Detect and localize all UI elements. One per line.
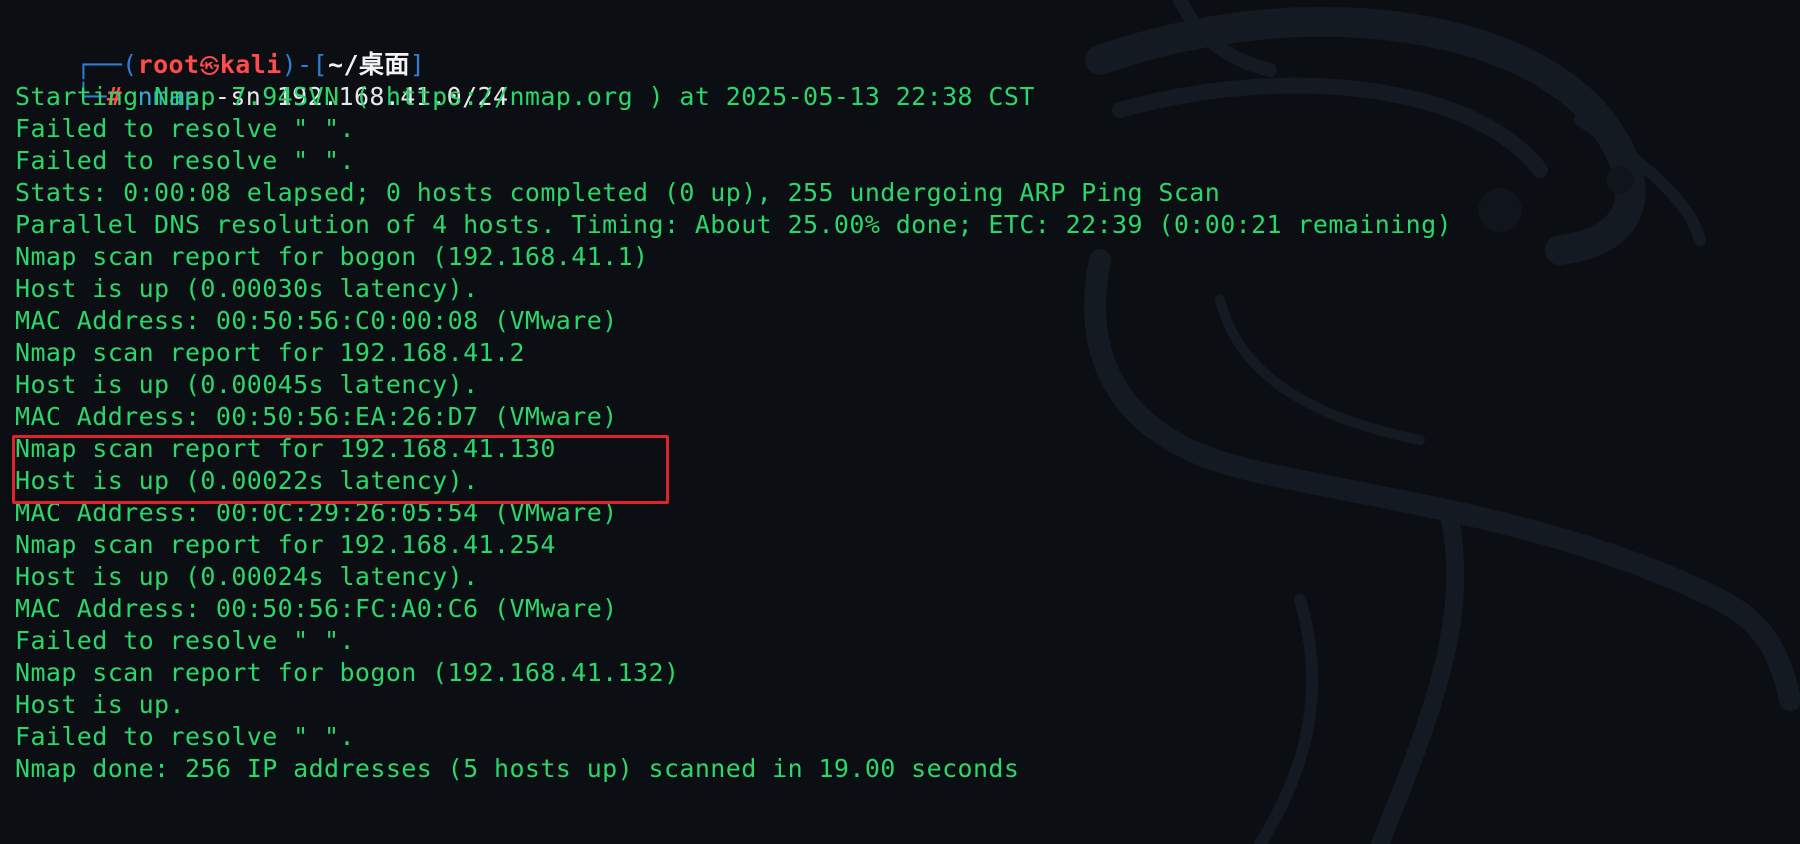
output-line: MAC Address: 00:50:56:C0:00:08 (VMware) xyxy=(15,306,618,335)
output-line: Failed to resolve " ". xyxy=(15,114,355,143)
output-line: Host is up (0.00045s latency). xyxy=(15,370,479,399)
output-line: Failed to resolve " ". xyxy=(15,626,355,655)
prompt-header: ┌──(root㉿kali)-[~/桌面] xyxy=(14,816,425,844)
output-line: Nmap scan report for bogon (192.168.41.1… xyxy=(15,658,680,687)
output-line: Stats: 0:00:08 elapsed; 0 hosts complete… xyxy=(15,178,1221,207)
output-line: Failed to resolve " ". xyxy=(15,146,355,175)
output-line: Host is up (0.00024s latency). xyxy=(15,562,479,591)
output-line: Host is up. xyxy=(15,690,185,719)
output-line: Failed to resolve " ". xyxy=(15,722,355,751)
highlight-annotation-box xyxy=(12,435,669,504)
output-line: Starting Nmap 7.94SVN ( https://nmap.org… xyxy=(15,82,1035,111)
command-line[interactable]: └─# nmap -sn 192.168.41.0/24 xyxy=(14,49,508,111)
output-line: Nmap scan report for 192.168.41.2 xyxy=(15,338,525,367)
output-line: Parallel DNS resolution of 4 hosts. Timi… xyxy=(15,210,1452,239)
output-line: Nmap done: 256 IP addresses (5 hosts up)… xyxy=(15,754,1020,783)
output-line: MAC Address: 00:50:56:EA:26:D7 (VMware) xyxy=(15,402,618,431)
output-line: Nmap scan report for bogon (192.168.41.1… xyxy=(15,242,649,271)
prompt-header: ┌──(root㉿kali)-[~/桌面] xyxy=(14,17,425,79)
terminal-window[interactable]: ┌──(root㉿kali)-[~/桌面] └─# nmap -sn 192.1… xyxy=(0,0,1800,844)
output-line: Host is up (0.00030s latency). xyxy=(15,274,479,303)
output-line: Nmap scan report for 192.168.41.254 xyxy=(15,530,556,559)
output-line: MAC Address: 00:50:56:FC:A0:C6 (VMware) xyxy=(15,594,618,623)
